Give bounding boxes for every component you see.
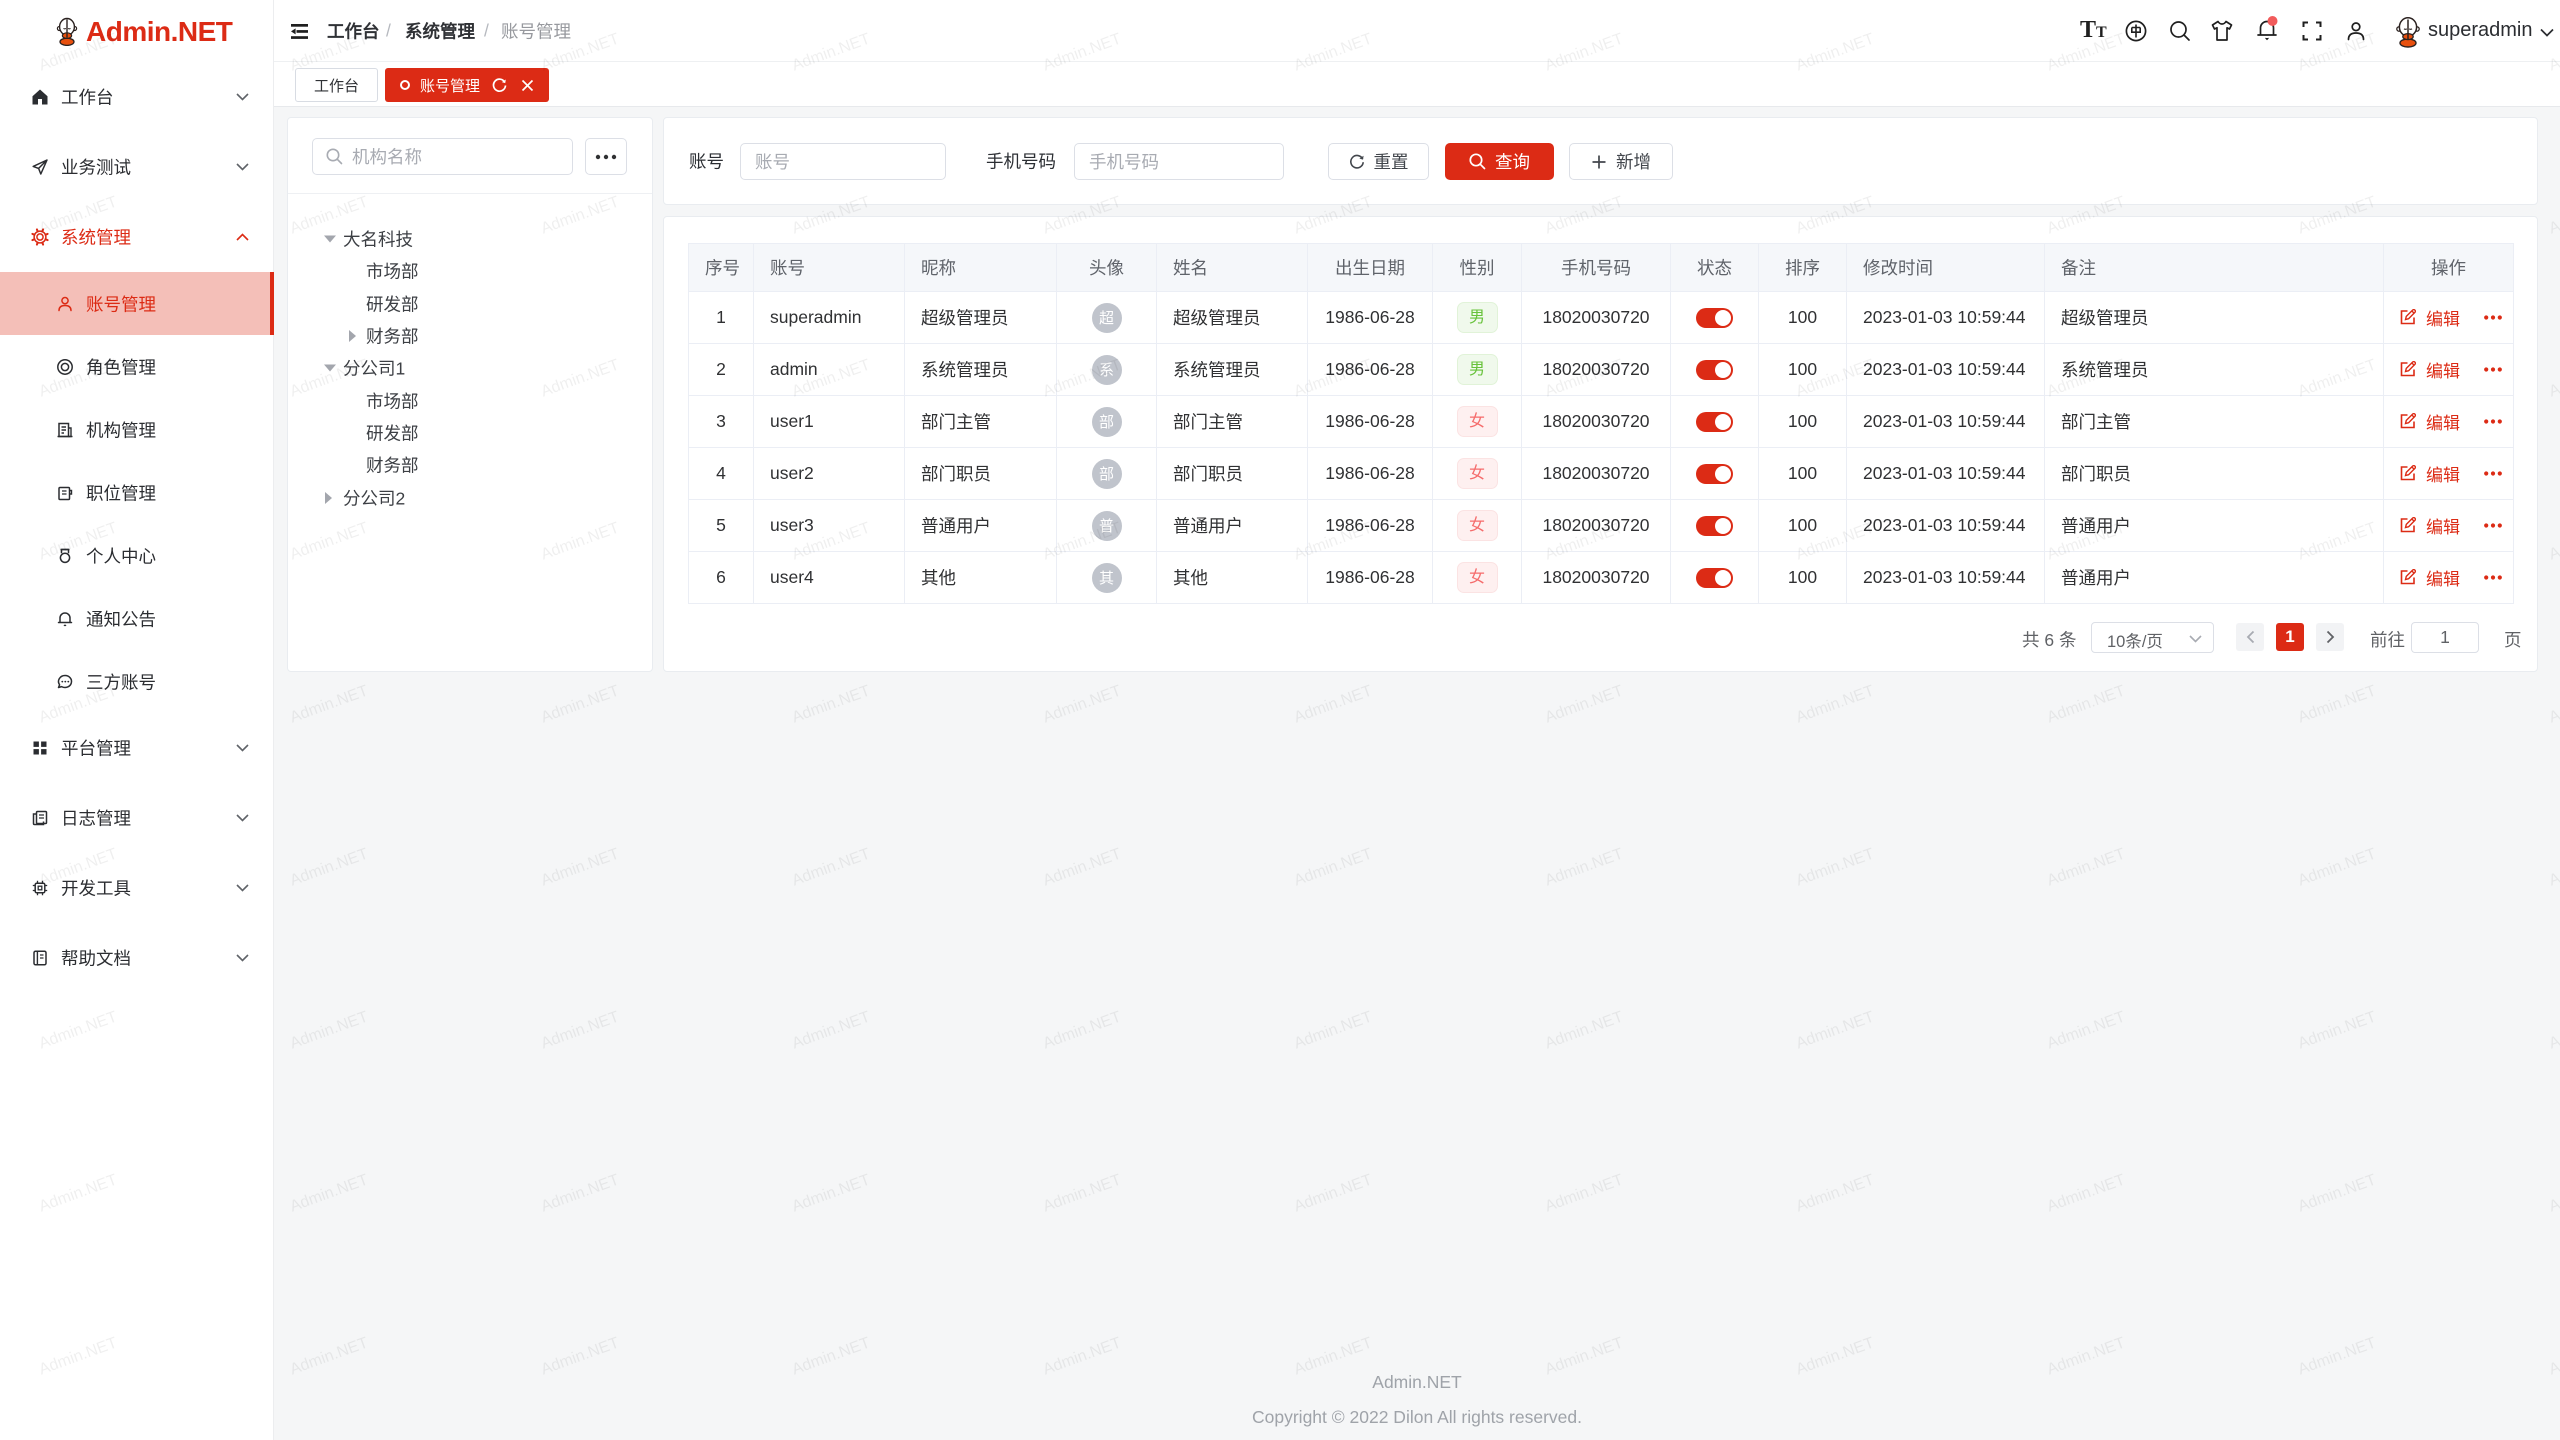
svg-text:Admin.NET: Admin.NET — [2045, 845, 2128, 889]
svg-text:Admin.NET: Admin.NET — [2547, 1171, 2560, 1215]
svg-text:Admin.NET: Admin.NET — [1794, 682, 1877, 726]
svg-text:Admin.NET: Admin.NET — [2045, 1008, 2128, 1052]
svg-text:Admin.NET: Admin.NET — [539, 845, 622, 889]
svg-text:Admin.NET: Admin.NET — [1292, 845, 1375, 889]
svg-text:Admin.NET: Admin.NET — [1794, 1171, 1877, 1215]
svg-text:Admin.NET: Admin.NET — [1292, 1171, 1375, 1215]
svg-text:Admin.NET: Admin.NET — [288, 845, 371, 889]
svg-text:Admin.NET: Admin.NET — [2547, 845, 2560, 889]
svg-text:Admin.NET: Admin.NET — [288, 1008, 371, 1052]
svg-text:Admin.NET: Admin.NET — [2547, 519, 2560, 563]
svg-text:Admin.NET: Admin.NET — [2296, 1171, 2379, 1215]
svg-text:Admin.NET: Admin.NET — [539, 1171, 622, 1215]
svg-text:Admin.NET: Admin.NET — [1543, 682, 1626, 726]
svg-text:Admin.NET: Admin.NET — [790, 682, 873, 726]
svg-text:Admin.NET: Admin.NET — [1794, 845, 1877, 889]
svg-text:Admin.NET: Admin.NET — [1794, 1008, 1877, 1052]
svg-text:Admin.NET: Admin.NET — [1041, 1171, 1124, 1215]
svg-text:Admin.NET: Admin.NET — [539, 1008, 622, 1052]
svg-text:Admin.NET: Admin.NET — [288, 682, 371, 726]
svg-text:Admin.NET: Admin.NET — [790, 845, 873, 889]
svg-text:Admin.NET: Admin.NET — [2547, 1008, 2560, 1052]
svg-text:Admin.NET: Admin.NET — [2296, 845, 2379, 889]
svg-text:Admin.NET: Admin.NET — [1292, 1008, 1375, 1052]
svg-text:Admin.NET: Admin.NET — [2296, 682, 2379, 726]
svg-text:Admin.NET: Admin.NET — [790, 1171, 873, 1215]
svg-text:Admin.NET: Admin.NET — [2045, 682, 2128, 726]
svg-text:Admin.NET: Admin.NET — [2296, 1008, 2379, 1052]
svg-text:Admin.NET: Admin.NET — [2547, 193, 2560, 237]
svg-text:Admin.NET: Admin.NET — [1543, 1171, 1626, 1215]
svg-text:Admin.NET: Admin.NET — [1041, 1008, 1124, 1052]
svg-text:Admin.NET: Admin.NET — [288, 1171, 371, 1215]
svg-text:Admin.NET: Admin.NET — [790, 1008, 873, 1052]
svg-text:Admin.NET: Admin.NET — [2547, 356, 2560, 400]
svg-text:Admin.NET: Admin.NET — [1292, 682, 1375, 726]
svg-text:Admin.NET: Admin.NET — [1041, 682, 1124, 726]
svg-text:Admin.NET: Admin.NET — [1543, 845, 1626, 889]
svg-text:Admin.NET: Admin.NET — [1543, 1008, 1626, 1052]
svg-text:Admin.NET: Admin.NET — [2045, 1171, 2128, 1215]
svg-text:Admin.NET: Admin.NET — [2547, 682, 2560, 726]
svg-text:Admin.NET: Admin.NET — [539, 682, 622, 726]
svg-text:Admin.NET: Admin.NET — [1041, 845, 1124, 889]
